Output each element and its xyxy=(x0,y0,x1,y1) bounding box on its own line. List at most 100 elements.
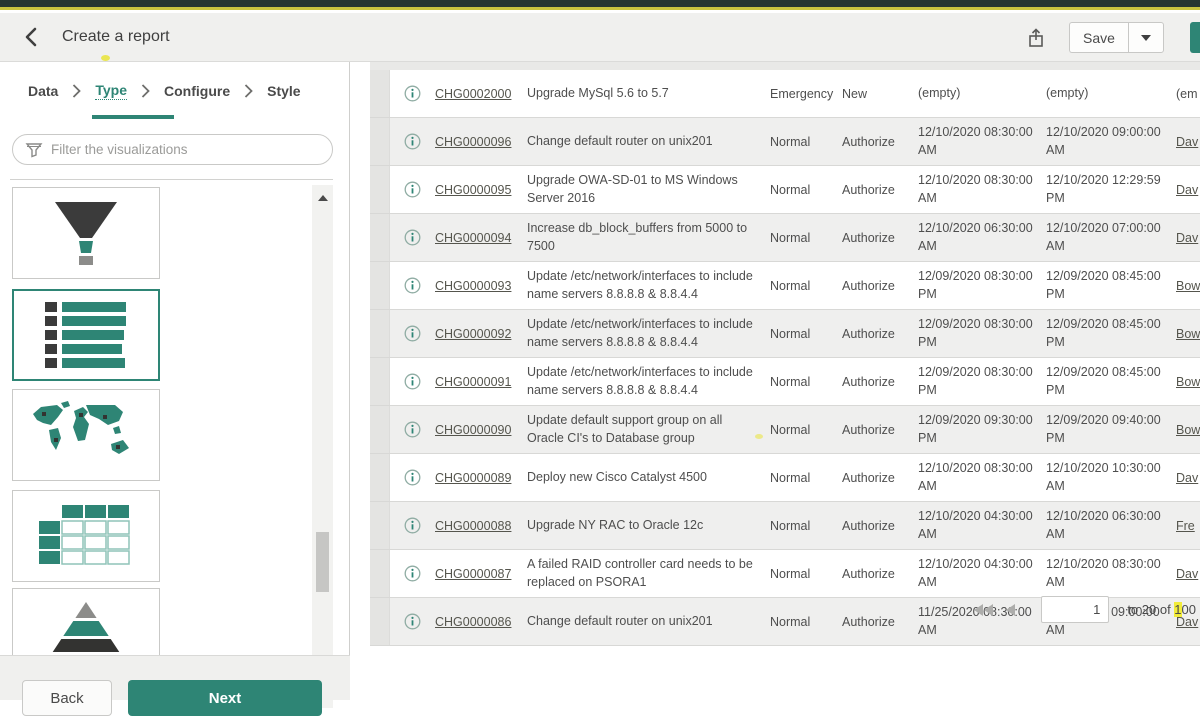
state-text: Authorize xyxy=(842,135,918,149)
info-icon[interactable] xyxy=(404,469,421,486)
assigned-to-link[interactable]: Fre xyxy=(1176,519,1195,533)
change-number-link[interactable]: CHG0000095 xyxy=(435,183,511,197)
state-text: Authorize xyxy=(842,567,918,581)
viz-list-scrollbar[interactable] xyxy=(312,185,333,708)
info-icon[interactable] xyxy=(404,565,421,582)
step-data[interactable]: Data xyxy=(28,83,58,99)
run-button-clipped[interactable] xyxy=(1190,22,1200,53)
cursor-highlight-dot xyxy=(755,434,763,439)
priority-text: Emergency xyxy=(770,87,842,101)
table-row: CHG0000093 Update /etc/network/interface… xyxy=(370,262,1200,310)
change-number-link[interactable]: CHG0000087 xyxy=(435,567,511,581)
start-date-text: 12/09/2020 08:30:00 PM xyxy=(918,268,1046,303)
priority-text: Normal xyxy=(770,567,842,581)
info-icon[interactable] xyxy=(404,229,421,246)
row-gutter xyxy=(370,166,390,213)
row-gutter xyxy=(370,550,390,597)
priority-text: Normal xyxy=(770,135,842,149)
priority-text: Normal xyxy=(770,471,842,485)
info-icon[interactable] xyxy=(404,133,421,150)
report-wizard-sidebar: Data Type Configure Style xyxy=(0,62,350,655)
previous-page-icon xyxy=(1005,603,1017,617)
state-text: Authorize xyxy=(842,327,918,341)
table-row: CHG0000096 Change default router on unix… xyxy=(370,118,1200,166)
start-date-text: 12/10/2020 08:30:00 AM xyxy=(918,172,1046,207)
viz-tile-list-chart[interactable] xyxy=(12,289,160,381)
viz-tile-funnel-chart[interactable] xyxy=(12,187,160,279)
table-row: CHG0000095 Upgrade OWA-SD-01 to MS Windo… xyxy=(370,166,1200,214)
back-button[interactable]: Back xyxy=(22,680,112,716)
step-type[interactable]: Type xyxy=(95,82,127,100)
end-date-text: 12/10/2020 12:29:59 PM xyxy=(1046,172,1176,207)
first-page-button[interactable] xyxy=(973,603,995,617)
start-date-text: 12/09/2020 08:30:00 PM xyxy=(918,364,1046,399)
save-button[interactable]: Save xyxy=(1069,22,1128,53)
change-number-link[interactable]: CHG0000094 xyxy=(435,231,511,245)
save-dropdown-button[interactable] xyxy=(1128,22,1164,53)
page-number-input[interactable] xyxy=(1041,596,1109,623)
priority-text: Normal xyxy=(770,375,842,389)
change-number-link[interactable]: CHG0000090 xyxy=(435,423,511,437)
assigned-to-link[interactable]: Bow xyxy=(1176,375,1200,389)
share-button[interactable] xyxy=(1021,23,1051,53)
top-brand-bar xyxy=(0,0,1200,10)
change-number-link[interactable]: CHG0000091 xyxy=(435,375,511,389)
info-icon[interactable] xyxy=(404,517,421,534)
back-arrow-button[interactable] xyxy=(18,24,44,50)
assigned-to-link[interactable]: Dav xyxy=(1176,135,1198,149)
state-text: Authorize xyxy=(842,183,918,197)
table-grid-icon xyxy=(29,497,143,575)
change-number-link[interactable]: CHG0000088 xyxy=(435,519,511,533)
change-number-link[interactable]: CHG0000093 xyxy=(435,279,511,293)
short-description-text: Increase db_block_buffers from 5000 to 7… xyxy=(527,220,770,255)
table-row: CHG0000088 Upgrade NY RAC to Oracle 12c … xyxy=(370,502,1200,550)
change-number-link[interactable]: CHG0002000 xyxy=(435,87,511,101)
viz-tile-table-grid[interactable] xyxy=(12,490,160,582)
cursor-highlight-dot xyxy=(101,55,110,61)
short-description-text: Update /etc/network/interfaces to includ… xyxy=(527,364,770,399)
step-style[interactable]: Style xyxy=(267,83,300,99)
assigned-to-link[interactable]: Dav xyxy=(1176,567,1198,581)
change-number-link[interactable]: CHG0000092 xyxy=(435,327,511,341)
row-gutter xyxy=(370,70,390,117)
assigned-to-link[interactable]: Bow xyxy=(1176,423,1200,437)
wizard-footer: Back Next xyxy=(0,655,350,700)
row-gutter xyxy=(370,310,390,357)
chevron-left-icon xyxy=(22,26,40,48)
scrollbar-thumb[interactable] xyxy=(316,532,329,592)
table-pagination: to 20 of 100 xyxy=(370,596,1196,623)
viz-tile-world-map[interactable] xyxy=(12,389,160,481)
assigned-to-link[interactable]: Bow xyxy=(1176,279,1200,293)
state-text: Authorize xyxy=(842,279,918,293)
previous-page-button[interactable] xyxy=(1005,603,1017,617)
change-number-link[interactable]: CHG0000089 xyxy=(435,471,511,485)
assigned-to-link[interactable]: Dav xyxy=(1176,471,1198,485)
change-number-link[interactable]: CHG0000096 xyxy=(435,135,511,149)
scroll-up-arrow[interactable] xyxy=(312,189,333,207)
start-date-text: 12/10/2020 08:30:00 AM xyxy=(918,460,1046,495)
end-date-text: 12/10/2020 07:00:00 AM xyxy=(1046,220,1176,255)
assigned-to-link[interactable]: (em xyxy=(1176,87,1198,101)
state-text: Authorize xyxy=(842,471,918,485)
row-gutter xyxy=(370,214,390,261)
info-icon[interactable] xyxy=(404,85,421,102)
funnel-filter-icon xyxy=(25,141,43,159)
info-icon[interactable] xyxy=(404,325,421,342)
info-icon[interactable] xyxy=(404,373,421,390)
assigned-to-link[interactable]: Dav xyxy=(1176,231,1198,245)
assigned-to-link[interactable]: Dav xyxy=(1176,183,1198,197)
list-top-divider xyxy=(10,179,333,180)
end-date-text: 12/09/2020 08:45:00 PM xyxy=(1046,364,1176,399)
next-button[interactable]: Next xyxy=(128,680,322,716)
info-icon[interactable] xyxy=(404,181,421,198)
table-top-edge xyxy=(370,62,1200,70)
info-icon[interactable] xyxy=(404,277,421,294)
step-configure[interactable]: Configure xyxy=(164,83,230,99)
state-text: Authorize xyxy=(842,519,918,533)
info-icon[interactable] xyxy=(404,421,421,438)
filter-visualizations-input[interactable] xyxy=(12,134,333,165)
save-split-button: Save xyxy=(1069,22,1164,53)
row-gutter xyxy=(370,118,390,165)
table-row: CHG0000087 A failed RAID controller card… xyxy=(370,550,1200,598)
assigned-to-link[interactable]: Bow xyxy=(1176,327,1200,341)
